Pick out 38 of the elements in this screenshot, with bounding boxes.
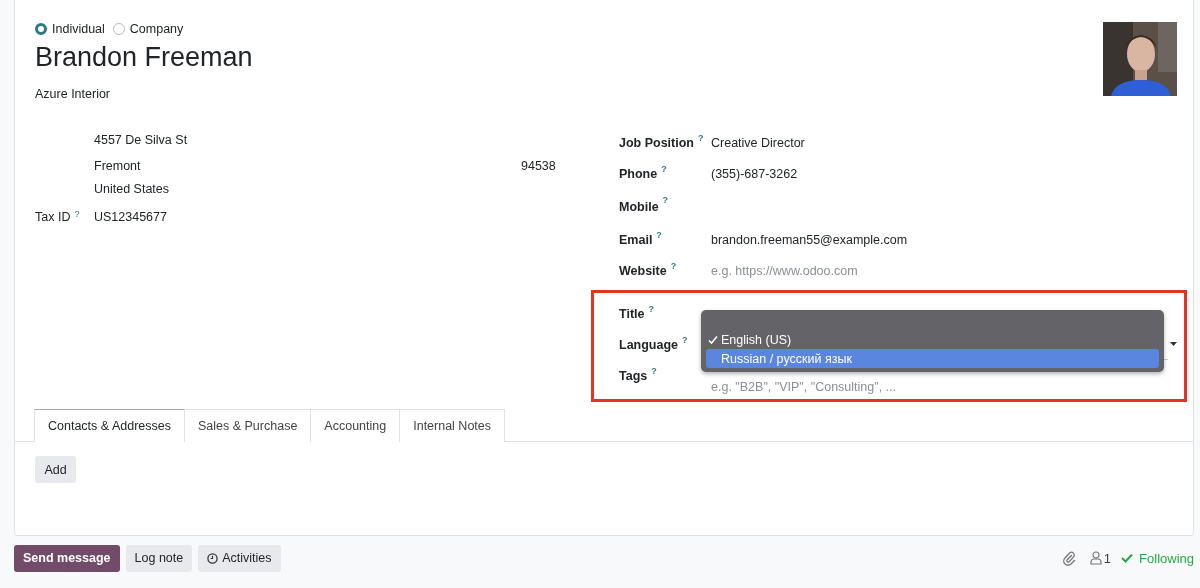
street-text: 4557 De Silva St xyxy=(94,132,189,149)
radio-option[interactable]: Company xyxy=(112,22,184,36)
tab[interactable]: Sales & Purchase xyxy=(184,409,312,442)
company-name: Azure Interior xyxy=(35,87,112,101)
activities-button[interactable]: Activities xyxy=(198,544,281,572)
field-value: Creative Director xyxy=(711,134,806,152)
tax-id-value: US12345677 xyxy=(94,209,168,226)
field-label: Language $^{?}$ xyxy=(619,334,689,354)
contact-name: Brandon Freeman xyxy=(35,42,253,73)
menu-item[interactable]: Russian / русский язык xyxy=(706,349,1159,368)
send-message-button[interactable]: Send message xyxy=(14,544,120,572)
check-icon xyxy=(1121,553,1134,563)
city-text: Fremont xyxy=(94,158,142,175)
field-label: Mobile $^{?}$ xyxy=(619,194,670,216)
tab[interactable]: Internal Notes xyxy=(399,409,506,442)
field-label: Tax ID $^{?}$ xyxy=(35,208,81,226)
tab[interactable]: Contacts & Addresses xyxy=(34,409,185,442)
field-label: Website $^{?}$ xyxy=(619,260,678,280)
country-text: United States xyxy=(94,181,171,198)
radio-option[interactable]: Individual xyxy=(35,22,105,36)
person-icon[interactable] xyxy=(1089,551,1102,565)
field-label: Job Position $^{?}$ xyxy=(619,132,705,152)
field-value: brandon.freeman55@example.com xyxy=(711,231,909,249)
zip-text: 94538 xyxy=(521,158,557,175)
field-label: Title $^{?}$ xyxy=(619,303,655,323)
menu-item[interactable]: English (US) xyxy=(706,330,1159,349)
clock-icon xyxy=(207,552,219,564)
paperclip-icon[interactable] xyxy=(1061,550,1076,566)
field-label: Email $^{?}$ xyxy=(619,229,663,249)
add-button[interactable]: Add xyxy=(35,456,76,483)
caret-icon[interactable] xyxy=(1170,342,1177,346)
check-icon xyxy=(708,334,718,345)
follower-count: 1 xyxy=(1103,550,1112,566)
field-label: Tags $^{?}$ xyxy=(619,365,658,385)
field-label: Phone $^{?}$ xyxy=(619,163,668,183)
log-note-button[interactable]: Log note xyxy=(125,544,193,572)
tab[interactable]: Accounting xyxy=(310,409,401,442)
field-value: (355)-687-3262 xyxy=(711,165,799,183)
